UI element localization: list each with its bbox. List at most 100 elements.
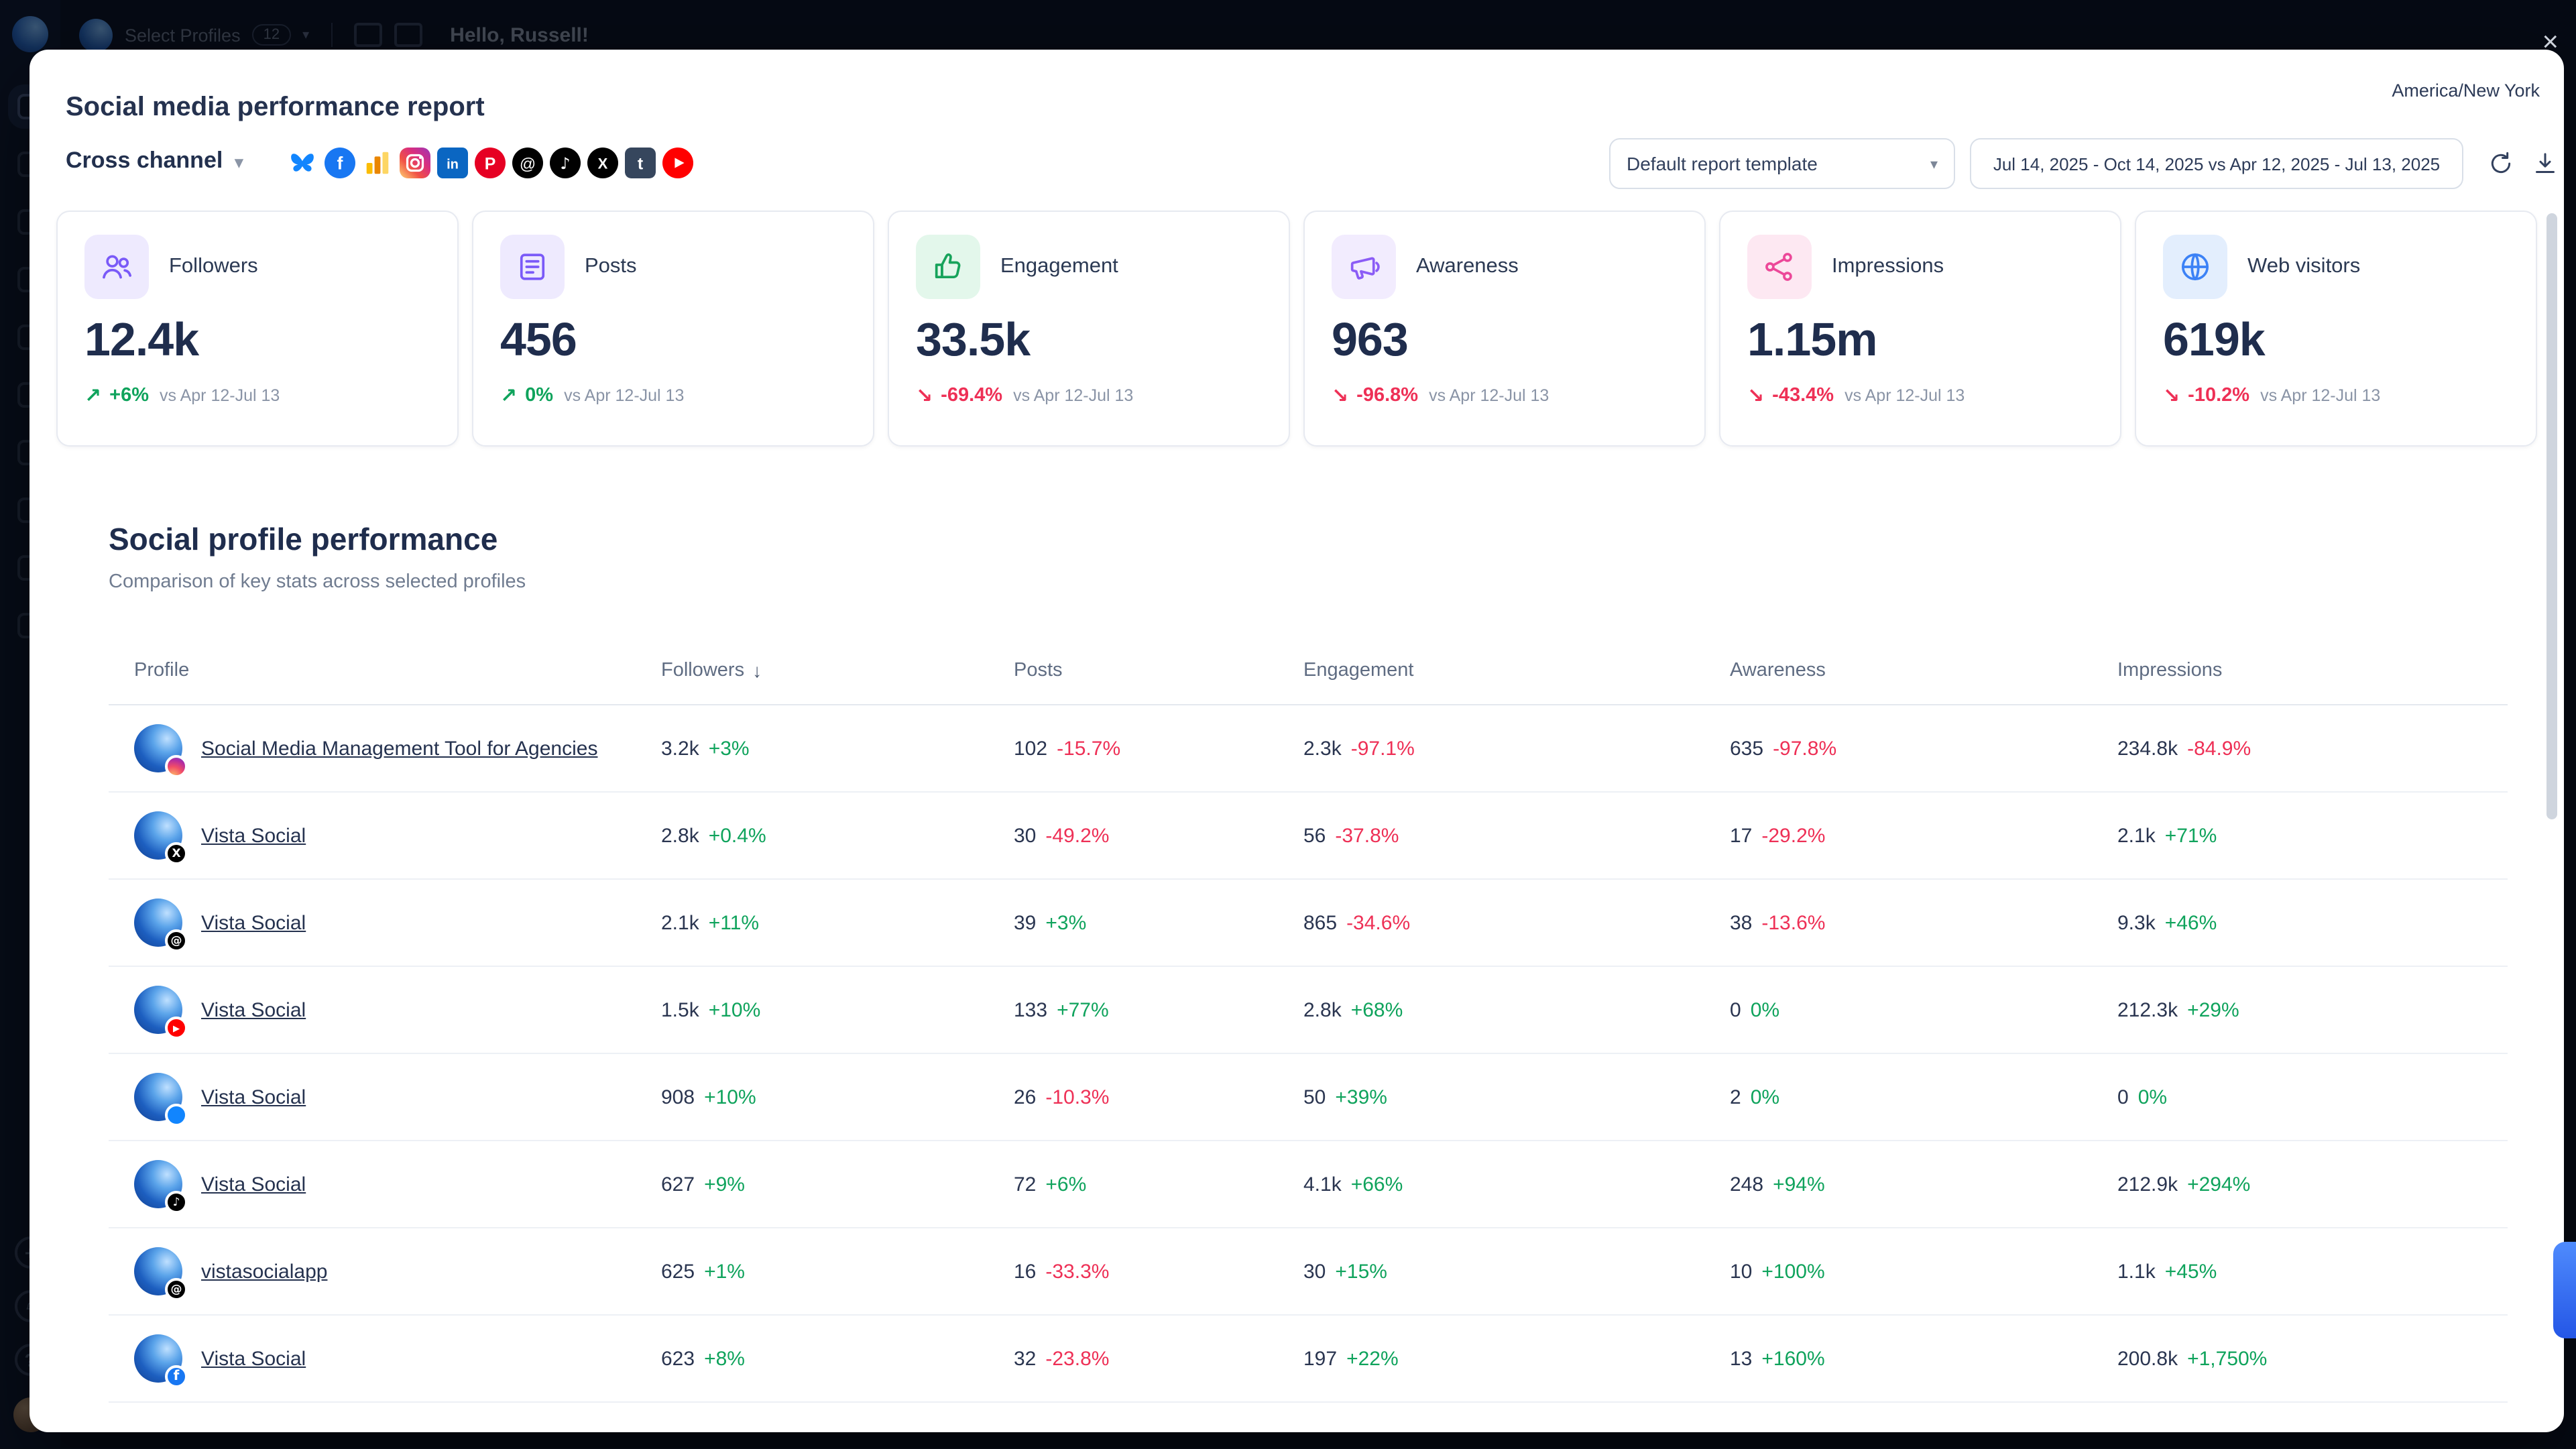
svg-text:t: t xyxy=(638,155,643,174)
metric-label: Web visitors xyxy=(2247,255,2360,279)
threads-badge-icon: @ xyxy=(165,1278,188,1301)
modal-scrollbar xyxy=(2546,208,2557,1416)
youtube-badge-icon: ▶ xyxy=(165,1017,188,1039)
engagement-icon xyxy=(916,235,980,299)
chat-widget-button[interactable] xyxy=(2553,1242,2576,1338)
section-title: Social profile performance xyxy=(109,522,526,558)
metric-cards: Followers 12.4k ↗ +6% vs Apr 12-Jul 13 P… xyxy=(56,211,2537,447)
engagement-cell: 2.3k-97.1% xyxy=(1303,737,1730,760)
facebook-icon[interactable]: f xyxy=(325,148,355,178)
metric-compare-label: vs Apr 12-Jul 13 xyxy=(2260,386,2380,405)
profile-avatar: X xyxy=(134,811,182,860)
youtube-icon[interactable] xyxy=(662,148,693,178)
profile-cell: Social Media Management Tool for Agencie… xyxy=(134,724,661,772)
trend-arrow-icon: ↘ xyxy=(1747,384,1764,408)
google-business-icon[interactable] xyxy=(362,148,393,178)
profile-link[interactable]: Social Media Management Tool for Agencie… xyxy=(201,737,597,760)
profile-cell: @ Vista Social xyxy=(134,899,661,947)
chevron-down-icon: ▾ xyxy=(235,153,243,172)
metric-card: Followers 12.4k ↗ +6% vs Apr 12-Jul 13 xyxy=(56,211,459,447)
profile-link[interactable]: Vista Social xyxy=(201,998,306,1021)
engagement-cell: 30+15% xyxy=(1303,1260,1730,1283)
followers-cell: 2.8k+0.4% xyxy=(661,824,1014,847)
tiktok-icon[interactable]: ♪ xyxy=(550,148,581,178)
table-row: ▶ Vista Social 1.5k+10% 133+77% 2.8k+68%… xyxy=(109,967,2508,1054)
scrollbar-thumb[interactable] xyxy=(2546,213,2557,819)
profile-avatar: ♪ xyxy=(134,1160,182,1208)
impressions-cell: 00% xyxy=(2117,1086,2508,1108)
engagement-cell: 4.1k+66% xyxy=(1303,1173,1730,1196)
metric-delta: -10.2% xyxy=(2188,385,2249,406)
table-header-row: Profile Followers ↓ Posts Engagement Awa… xyxy=(109,637,2508,705)
date-range-value: Jul 14, 2025 - Oct 14, 2025 vs Apr 12, 2… xyxy=(1993,154,2440,174)
report-template-select[interactable]: Default report template ▾ xyxy=(1609,138,1955,189)
profile-link[interactable]: Vista Social xyxy=(201,1347,306,1370)
profile-link[interactable]: Vista Social xyxy=(201,1173,306,1196)
posts-cell: 30-49.2% xyxy=(1014,824,1303,847)
table-row: Vista Social 908+10% 26-10.3% 50+39% 20%… xyxy=(109,1054,2508,1141)
metric-card: Posts 456 ↗ 0% vs Apr 12-Jul 13 xyxy=(472,211,874,447)
svg-text:@: @ xyxy=(520,156,536,174)
svg-text:♪: ♪ xyxy=(560,154,570,173)
impressions-cell: 9.3k+46% xyxy=(2117,911,2508,934)
awareness-cell: 13+160% xyxy=(1730,1347,2117,1370)
column-header-followers[interactable]: Followers ↓ xyxy=(661,660,1014,681)
svg-text:f: f xyxy=(337,154,343,174)
linkedin-icon[interactable]: in xyxy=(437,148,468,178)
engagement-cell: 197+22% xyxy=(1303,1347,1730,1370)
table-row: X Vista Social 2.8k+0.4% 30-49.2% 56-37.… xyxy=(109,793,2508,880)
timezone-label: America/New York xyxy=(2392,80,2540,101)
metric-label: Awareness xyxy=(1416,255,1519,279)
close-icon[interactable]: × xyxy=(2534,27,2567,58)
awareness-cell: 10+100% xyxy=(1730,1260,2117,1283)
x-icon[interactable]: X xyxy=(587,148,618,178)
download-icon[interactable] xyxy=(2532,150,2559,177)
followers-cell: 625+1% xyxy=(661,1260,1014,1283)
profile-link[interactable]: Vista Social xyxy=(201,824,306,847)
awareness-cell: 20% xyxy=(1730,1086,2117,1108)
posts-cell: 32-23.8% xyxy=(1014,1347,1303,1370)
followers-cell: 623+8% xyxy=(661,1347,1014,1370)
metric-delta: 0% xyxy=(525,385,553,406)
column-header-posts[interactable]: Posts xyxy=(1014,660,1303,681)
section-header: Social profile performance Comparison of… xyxy=(109,522,526,593)
posts-cell: 102-15.7% xyxy=(1014,737,1303,760)
followers-cell: 627+9% xyxy=(661,1173,1014,1196)
metric-card: Web visitors 619k ↘ -10.2% vs Apr 12-Jul… xyxy=(2135,211,2537,447)
table-row: @ Vista Social 2.1k+11% 39+3% 865-34.6% … xyxy=(109,880,2508,967)
bluesky-icon[interactable] xyxy=(287,148,318,178)
column-header-engagement[interactable]: Engagement xyxy=(1303,660,1730,681)
posts-cell: 26-10.3% xyxy=(1014,1086,1303,1108)
channel-selector[interactable]: Cross channel ▾ xyxy=(66,148,243,174)
impressions-cell: 234.8k-84.9% xyxy=(2117,737,2508,760)
column-header-impressions[interactable]: Impressions xyxy=(2117,660,2508,681)
tiktok-badge-icon: ♪ xyxy=(165,1191,188,1214)
tumblr-icon[interactable]: t xyxy=(625,148,656,178)
impressions-cell: 212.9k+294% xyxy=(2117,1173,2508,1196)
instagram-icon[interactable] xyxy=(400,148,430,178)
profile-cell: ▶ Vista Social xyxy=(134,986,661,1034)
pinterest-icon[interactable]: P xyxy=(475,148,506,178)
metric-label: Impressions xyxy=(1832,255,1944,279)
profile-cell: Vista Social xyxy=(134,1073,661,1121)
column-header-profile[interactable]: Profile xyxy=(134,660,661,681)
metric-value: 33.5k xyxy=(916,314,1262,367)
metric-value: 619k xyxy=(2163,314,2509,367)
metric-compare-label: vs Apr 12-Jul 13 xyxy=(1845,386,1965,405)
posts-icon xyxy=(500,235,565,299)
refresh-icon[interactable] xyxy=(2487,150,2514,177)
metric-value: 1.15m xyxy=(1747,314,2093,367)
profile-link[interactable]: vistasocialapp xyxy=(201,1260,327,1283)
column-header-awareness[interactable]: Awareness xyxy=(1730,660,2117,681)
profile-link[interactable]: Vista Social xyxy=(201,1086,306,1108)
profile-avatar: f xyxy=(134,1334,182,1383)
posts-cell: 72+6% xyxy=(1014,1173,1303,1196)
metric-delta: +6% xyxy=(109,385,149,406)
sort-desc-icon: ↓ xyxy=(752,660,762,681)
table-row: Social Media Management Tool for Agencie… xyxy=(109,705,2508,793)
threads-icon[interactable]: @ xyxy=(512,148,543,178)
metric-compare-label: vs Apr 12-Jul 13 xyxy=(160,386,280,405)
profile-link[interactable]: Vista Social xyxy=(201,911,306,934)
svg-text:in: in xyxy=(447,157,459,172)
date-range-picker[interactable]: Jul 14, 2025 - Oct 14, 2025 vs Apr 12, 2… xyxy=(1970,138,2463,189)
